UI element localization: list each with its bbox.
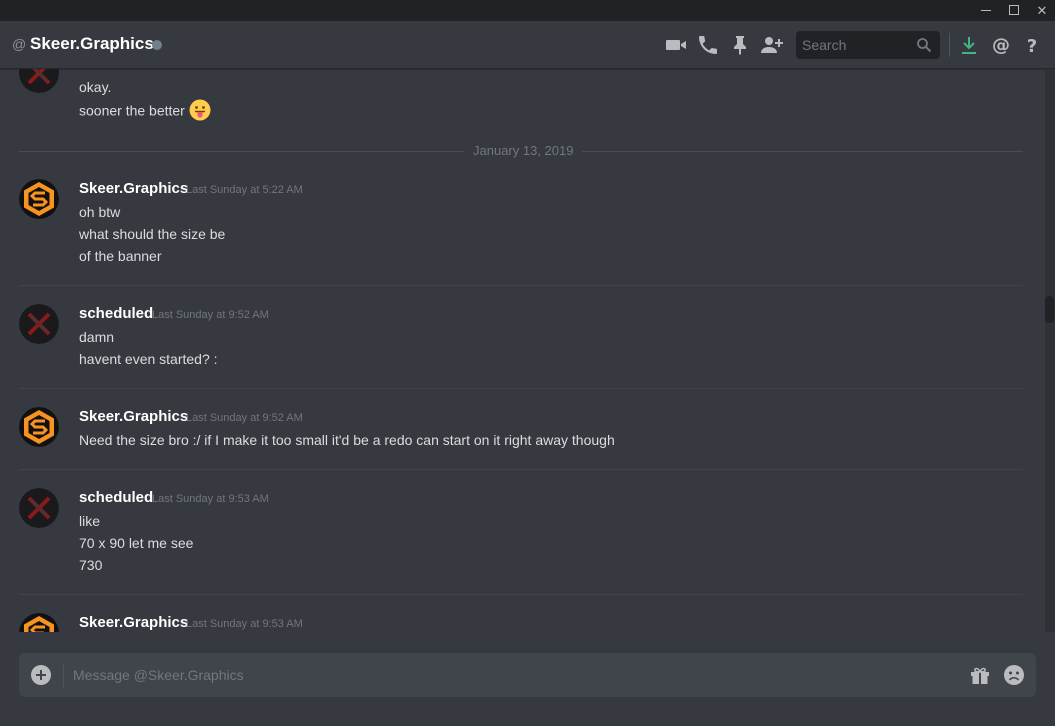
- scrollbar-thumb[interactable]: [1045, 296, 1054, 323]
- message-text: of the banner: [79, 248, 162, 264]
- tongue-out-emoji-icon: [189, 99, 211, 121]
- dm-at-icon: @: [12, 36, 27, 52]
- svg-text:@: @: [992, 35, 1010, 56]
- avatar[interactable]: [19, 179, 59, 219]
- minimize-icon: [981, 10, 991, 11]
- title-bar: ✕: [0, 0, 1055, 21]
- message-text: like: [79, 513, 101, 529]
- message-text: Need the size bro :/ if I make it too sm…: [79, 432, 615, 448]
- timestamp: Last Sunday at 5:22 AM: [186, 184, 303, 196]
- maximize-icon: [1009, 5, 1019, 15]
- message-text: havent even started? :: [79, 351, 218, 367]
- search-icon[interactable]: [916, 37, 932, 53]
- message-text: oh btw: [79, 204, 121, 220]
- gift-icon[interactable]: [969, 664, 991, 686]
- message-separator: [19, 285, 1023, 286]
- minimize-button[interactable]: [973, 0, 1001, 21]
- close-button[interactable]: ✕: [1028, 0, 1055, 21]
- maximize-button[interactable]: [1001, 0, 1029, 21]
- timestamp: Last Sunday at 9:53 AM: [152, 493, 269, 505]
- header-divider: [949, 33, 950, 57]
- date-divider-label: January 13, 2019: [464, 143, 583, 158]
- message-text: 730: [79, 557, 103, 573]
- attach-file-icon[interactable]: [31, 665, 51, 685]
- add-friend-icon[interactable]: [759, 33, 783, 57]
- search-input[interactable]: [796, 31, 914, 59]
- username[interactable]: scheduled: [79, 305, 153, 322]
- username[interactable]: Skeer.Graphics: [79, 614, 188, 631]
- avatar[interactable]: [19, 407, 59, 447]
- composer-divider: [63, 663, 64, 687]
- emoji-picker-icon[interactable]: [1003, 664, 1025, 686]
- voice-call-icon[interactable]: [696, 33, 720, 57]
- timestamp: Last Sunday at 9:53 AM: [186, 618, 303, 630]
- message-separator: [19, 388, 1023, 389]
- svg-text:?: ?: [1027, 36, 1037, 57]
- channel-name[interactable]: Skeer.Graphics: [30, 34, 154, 54]
- message-list[interactable]: okay. sooner the better January 13, 2019…: [0, 69, 1045, 632]
- pin-icon[interactable]: [728, 33, 752, 57]
- help-icon[interactable]: ?: [1020, 33, 1044, 57]
- username[interactable]: Skeer.Graphics: [79, 408, 188, 425]
- mention-icon[interactable]: @: [989, 33, 1013, 57]
- message-text: damn: [79, 329, 115, 345]
- timestamp: Last Sunday at 9:52 AM: [152, 309, 269, 321]
- status-indicator: [152, 40, 162, 50]
- message-text: sooner the better: [79, 99, 211, 123]
- avatar[interactable]: [19, 488, 59, 528]
- username[interactable]: Skeer.Graphics: [79, 180, 188, 197]
- message-separator: [19, 469, 1023, 470]
- timestamp: Last Sunday at 9:52 AM: [186, 412, 303, 424]
- message-input[interactable]: [73, 653, 953, 697]
- message-separator: [19, 594, 1023, 595]
- channel-header: @ Skeer.Graphics @ ?: [0, 21, 1055, 69]
- avatar[interactable]: [19, 613, 59, 632]
- video-call-icon[interactable]: [664, 33, 688, 57]
- message-text: 70 x 90 let me see: [79, 535, 194, 551]
- username[interactable]: scheduled: [79, 489, 153, 506]
- avatar[interactable]: [19, 304, 59, 344]
- message-text: what should the size be: [79, 226, 226, 242]
- scrollbar-track[interactable]: [1045, 69, 1055, 632]
- avatar[interactable]: [19, 69, 59, 93]
- download-icon[interactable]: [957, 33, 981, 57]
- message-composer: [19, 653, 1036, 697]
- search-box[interactable]: [796, 31, 940, 59]
- message-text: okay.: [79, 79, 112, 95]
